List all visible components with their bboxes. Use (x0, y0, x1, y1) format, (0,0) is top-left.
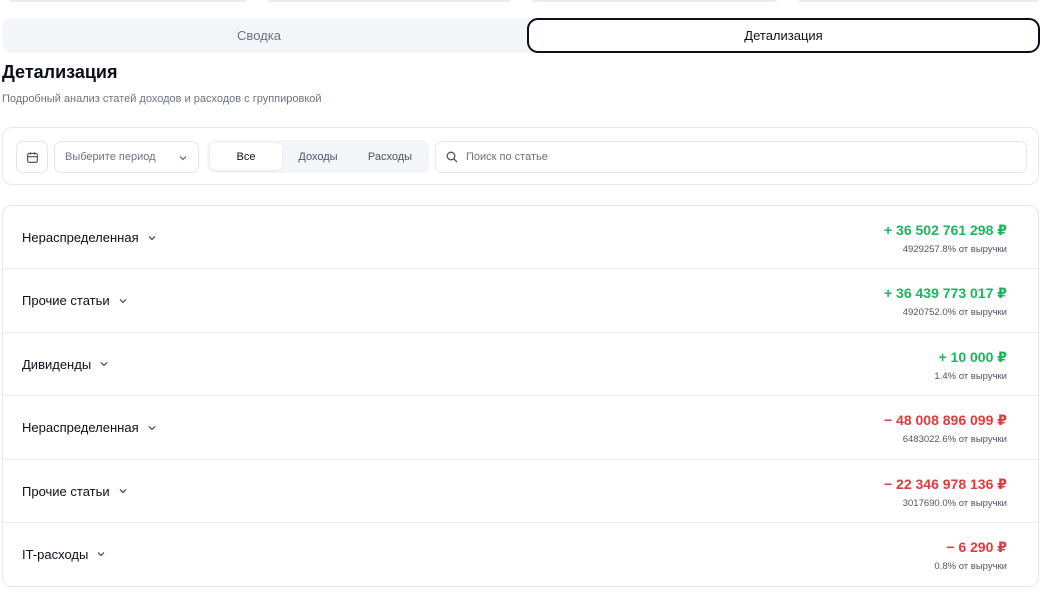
details-list: Нераспределенная + 36 502 761 298 ₽ 4929… (2, 205, 1039, 587)
row-name: Прочие статьи (22, 484, 128, 499)
filter-bar: Выберите период Все Доходы Расходы (2, 127, 1039, 185)
chevron-down-icon (178, 153, 188, 163)
row-amount: + 36 502 761 298 ₽ (883, 222, 1007, 238)
page-subtitle: Подробный анализ статей доходов и расход… (2, 93, 322, 105)
row-revenue-share: 0.8% от выручки (934, 560, 1007, 572)
row-amount: − 6 290 ₽ (946, 538, 1007, 555)
list-item[interactable]: Нераспределенная + 36 502 761 298 ₽ 4929… (3, 206, 1038, 270)
row-revenue-share: 6483022.6% от выручки (902, 434, 1007, 446)
row-revenue-share: 1.4% от выручки (934, 370, 1007, 382)
period-select-placeholder: Выберите период (65, 151, 156, 163)
tab-details[interactable]: Детализация (527, 18, 1040, 53)
row-amount: − 22 346 978 136 ₽ (883, 475, 1007, 492)
row-name-label: IT-расходы (22, 546, 89, 562)
tab-summary[interactable]: Сводка (2, 18, 516, 53)
calendar-icon (26, 151, 39, 164)
top-edge-remnants (0, 0, 1051, 4)
search-box (435, 141, 1027, 173)
row-name-label: Прочие статьи (22, 483, 110, 499)
search-icon (446, 151, 458, 163)
row-revenue-share: 4929257.8% от выручки (902, 244, 1007, 255)
filter-expense-button[interactable]: Расходы (354, 143, 426, 170)
calendar-button[interactable] (16, 141, 48, 173)
list-item[interactable]: Нераспределенная − 48 008 896 099 ₽ 6483… (3, 396, 1038, 460)
row-amount: + 10 000 ₽ (938, 348, 1007, 365)
row-amount: + 36 439 773 017 ₽ (883, 285, 1007, 302)
row-name-label: Нераспределенная (22, 420, 139, 436)
row-name: IT-расходы (22, 547, 106, 562)
filter-income-button[interactable]: Доходы (282, 143, 354, 170)
row-name-label: Прочие статьи (22, 293, 110, 309)
page-title: Детализация (2, 62, 118, 82)
row-name: Дивиденды (22, 357, 109, 372)
list-item[interactable]: Дивиденды + 10 000 ₽ 1.4% от выручки (3, 333, 1038, 397)
view-tabs: Сводка Детализация (2, 18, 1040, 53)
type-filter-segmented: Все Доходы Расходы (207, 140, 429, 173)
chevron-down-icon[interactable] (147, 233, 157, 243)
chevron-down-icon[interactable] (118, 296, 128, 306)
row-name: Прочие статьи (22, 293, 128, 308)
chevron-down-icon[interactable] (147, 423, 157, 433)
row-name-label: Дивиденды (22, 356, 92, 372)
row-name-label: Нераспределенная (22, 230, 139, 245)
search-input[interactable] (466, 151, 1006, 163)
chevron-down-icon[interactable] (96, 549, 106, 559)
period-select[interactable]: Выберите период (54, 141, 199, 173)
list-item[interactable]: IT-расходы − 6 290 ₽ 0.8% от выручки (3, 523, 1038, 586)
row-amount: − 48 008 896 099 ₽ (883, 412, 1007, 429)
row-revenue-share: 4920752.0% от выручки (902, 307, 1007, 319)
list-item[interactable]: Прочие статьи + 36 439 773 017 ₽ 4920752… (3, 269, 1038, 333)
row-name: Нераспределенная (22, 420, 157, 435)
row-revenue-share: 3017690.0% от выручки (902, 497, 1007, 509)
chevron-down-icon[interactable] (99, 359, 109, 369)
row-name: Нераспределенная (22, 230, 157, 245)
chevron-down-icon[interactable] (118, 486, 128, 496)
filter-all-button[interactable]: Все (210, 143, 282, 170)
list-item[interactable]: Прочие статьи − 22 346 978 136 ₽ 3017690… (3, 460, 1038, 523)
